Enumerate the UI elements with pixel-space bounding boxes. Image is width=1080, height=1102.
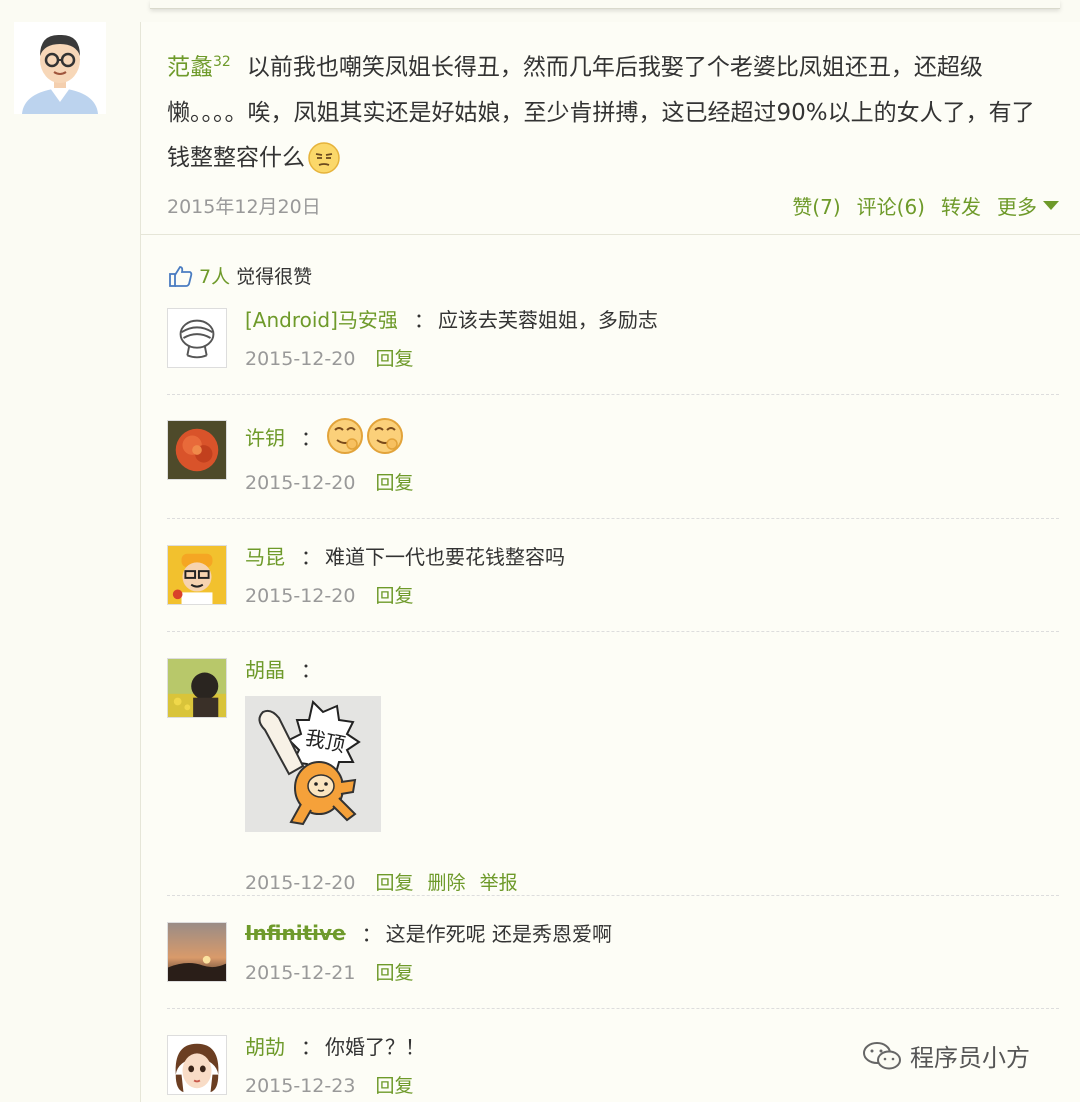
reply-button[interactable]: 回复 <box>375 348 413 370</box>
colon: ： <box>301 658 321 682</box>
comment-date: 2015-12-20 <box>245 472 356 494</box>
comment-line: 胡劼 ： 你婚了？！ <box>245 1031 425 1060</box>
commenter-name[interactable]: Infinitive <box>245 921 346 945</box>
commenter-avatar[interactable] <box>167 922 227 982</box>
comment-line: 马昆 ： 难道下一代也要花钱整容吗 <box>245 541 565 570</box>
colon: ： <box>413 308 434 332</box>
more-label: 更多 <box>997 195 1037 219</box>
more-button[interactable]: 更多 <box>997 191 1059 220</box>
sticker-image[interactable]: 我顶 <box>245 696 381 832</box>
wechat-icon <box>863 1041 901 1069</box>
comment-meta: 2015-12-20 回复 <box>245 581 413 608</box>
post-date: 2015年12月20日 <box>167 196 321 218</box>
likes-suffix: 觉得很赞 <box>236 266 313 288</box>
colon: ： <box>301 545 321 569</box>
sticker-cheer-icon: 我顶 <box>258 700 361 826</box>
commenter-name[interactable]: 马昆 <box>245 541 285 570</box>
previous-post-edge <box>150 0 1060 9</box>
comment-date: 2015-12-23 <box>245 1075 356 1097</box>
forward-button[interactable]: 转发 <box>941 191 981 220</box>
commenter-name[interactable]: 胡晶 <box>245 654 285 683</box>
commenter-name[interactable]: [Android]马安强 <box>245 304 398 333</box>
giggle-emoji-icon <box>327 418 363 454</box>
commenter-avatar[interactable] <box>167 308 227 368</box>
commenter-avatar[interactable] <box>167 545 227 605</box>
comment-meta: 2015-12-20 回复 删除 举报 <box>245 868 518 895</box>
reply-button[interactable]: 回复 <box>375 472 413 494</box>
comment-divider <box>167 895 1059 896</box>
comment-divider <box>167 631 1059 632</box>
author-avatar[interactable] <box>14 22 106 114</box>
comment-date: 2015-12-21 <box>245 962 356 984</box>
post-text: 以前我也嘲笑凤姐长得丑，然而几年后我娶了个老婆比凤姐还丑，还超级懒。。。。唉，凤… <box>167 54 1035 171</box>
unamused-emoji-icon <box>308 142 340 174</box>
reply-button[interactable]: 回复 <box>375 872 413 894</box>
comment-line: 胡晶 ： <box>245 654 325 683</box>
delete-button[interactable]: 删除 <box>428 872 466 894</box>
comment-divider <box>167 1008 1059 1009</box>
comment-text: 你婚了？！ <box>325 1035 425 1059</box>
like-button[interactable]: 赞(7) <box>792 191 840 220</box>
watermark: 程序员小方 <box>862 1038 1030 1073</box>
likes-count[interactable]: 7人 <box>199 262 230 289</box>
commenter-name[interactable]: 胡劼 <box>245 1031 285 1060</box>
likes-summary: 7人 觉得很赞 <box>169 262 312 289</box>
comment-text: 应该去芙蓉姐姐，多励志 <box>437 308 658 332</box>
comment-line: Infinitive ： 这是作死呢 还是秀恩爱啊 <box>245 918 612 947</box>
reply-button[interactable]: 回复 <box>375 962 413 984</box>
commenter-avatar[interactable] <box>167 420 227 480</box>
comment-meta: 2015-12-20 回复 <box>245 344 413 371</box>
author-level-badge: 32 <box>213 54 231 70</box>
post-body: 范蠡32 以前我也嘲笑凤姐长得丑，然而几年后我娶了个老婆比凤姐还丑，还超级懒。。。… <box>167 40 1047 181</box>
comment-text: 难道下一代也要花钱整容吗 <box>325 545 565 569</box>
comment-meta: 2015-12-21 回复 <box>245 958 413 985</box>
divider <box>141 234 1080 235</box>
chevron-down-icon <box>1043 201 1059 210</box>
colon: ： <box>301 425 321 450</box>
reply-button[interactable]: 回复 <box>375 585 413 607</box>
comment-divider <box>167 518 1059 519</box>
comment-line: [Android]马安强 ： 应该去芙蓉姐姐，多励志 <box>245 304 658 333</box>
comment-text: 这是作死呢 还是秀恩爱啊 <box>385 922 612 946</box>
giggle-emoji-icon <box>367 418 403 454</box>
colon: ： <box>361 922 382 946</box>
comment-meta: 2015-12-20 回复 <box>245 468 413 495</box>
comment-button[interactable]: 评论(6) <box>857 191 925 220</box>
comment-date: 2015-12-20 <box>245 872 356 894</box>
colon: ： <box>301 1035 321 1059</box>
watermark-text: 程序员小方 <box>910 1044 1030 1072</box>
post-card: 范蠡32 以前我也嘲笑凤姐长得丑，然而几年后我娶了个老婆比凤姐还丑，还超级懒。。。… <box>140 22 1080 1102</box>
comment-meta: 2015-12-23 回复 <box>245 1071 413 1098</box>
commenter-name[interactable]: 许钥 <box>245 422 285 451</box>
comment-line: 许钥 ： <box>245 416 405 456</box>
comment-date: 2015-12-20 <box>245 585 356 607</box>
commenter-avatar[interactable] <box>167 1035 227 1095</box>
reply-button[interactable]: 回复 <box>375 1075 413 1097</box>
thumbs-up-icon <box>169 265 193 287</box>
comment-divider <box>167 394 1059 395</box>
report-button[interactable]: 举报 <box>480 872 518 894</box>
comment-date: 2015-12-20 <box>245 348 356 370</box>
post-author-name[interactable]: 范蠡 <box>167 55 213 81</box>
post-actions: 赞(7) 评论(6) 转发 更多 <box>792 191 1059 220</box>
commenter-avatar[interactable] <box>167 658 227 718</box>
